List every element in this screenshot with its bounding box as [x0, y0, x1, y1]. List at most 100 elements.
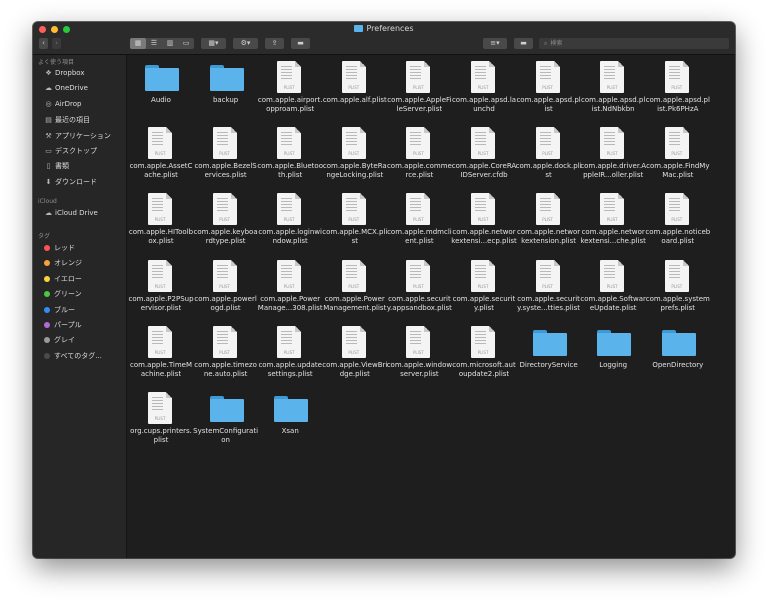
sidebar-item-tag[interactable]: すべてのタグ... — [44, 351, 102, 361]
window-title-area: Preferences — [33, 23, 735, 35]
file-item[interactable]: PLIST com.apple.networkextensi...che.plis… — [580, 190, 646, 256]
new-folder-button[interactable]: ▬ — [514, 38, 533, 49]
document-icon: ▯ — [46, 162, 51, 171]
sidebar-item-tag[interactable]: グレイ — [44, 335, 75, 345]
gallery-view-button[interactable]: ▭ — [178, 38, 194, 49]
sidebar-item-tag[interactable]: グリーン — [44, 289, 82, 299]
file-item[interactable]: PLIST com.apple.mdmclient.plist — [386, 190, 452, 256]
download-icon: ⬇ — [45, 177, 52, 186]
sidebar-item-favorite[interactable]: ❖ Dropbox — [44, 69, 84, 77]
sidebar-item-label: グレイ — [54, 336, 75, 345]
file-item[interactable]: PLIST com.apple.AppleFileServer.plist — [386, 58, 452, 124]
plist-file-icon: PLIST — [664, 259, 689, 292]
folder-item[interactable]: Logging — [580, 323, 646, 389]
file-name-label: com.apple.commerce.plist — [386, 162, 452, 180]
file-item[interactable]: PLIST com.apple.PowerManage...308.plist — [257, 257, 323, 323]
file-item[interactable]: PLIST org.cups.printers.plist — [128, 389, 194, 455]
file-item[interactable]: PLIST com.apple.PowerManagement.plist — [322, 257, 388, 323]
sidebar-item-favorite[interactable]: ▯ 書類 — [44, 161, 69, 171]
file-item[interactable]: PLIST com.apple.networkextension.plist — [516, 190, 582, 256]
title-bar: Preferences ‹ › ▦ ☰ ▥ ▭ ▦▾ ⚙▾ ⇪ ▬ ≡▾ ▬ ⌕… — [33, 22, 735, 55]
file-item[interactable]: PLIST com.apple.keyboardtype.plist — [193, 190, 259, 256]
file-item[interactable]: PLIST com.apple.apsd.launchd — [451, 58, 517, 124]
group-button[interactable]: ▦▾ — [201, 38, 226, 49]
file-item[interactable]: PLIST com.apple.systemprefs.plist — [645, 257, 711, 323]
sidebar-item-tag[interactable]: ブルー — [44, 305, 75, 315]
sidebar-item-label: AirDrop — [55, 99, 82, 108]
share-button[interactable]: ⇪ — [265, 38, 284, 49]
sidebar-item-tag[interactable]: レッド — [44, 243, 75, 253]
sidebar-item-favorite[interactable]: ▤ 最近の項目 — [44, 115, 90, 125]
sidebar-item-label: ブルー — [54, 305, 75, 314]
file-item[interactable]: PLIST com.apple.airport.opproam.plist — [257, 58, 323, 124]
file-item[interactable]: PLIST com.apple.networkextensi...ecp.plis… — [451, 190, 517, 256]
file-item[interactable]: PLIST com.apple.FindMyMac.plist — [645, 124, 711, 190]
file-item[interactable]: PLIST com.apple.MCX.plist — [322, 190, 388, 256]
folder-item[interactable]: backup — [193, 58, 259, 124]
sidebar-item-favorite[interactable]: ◎ AirDrop — [44, 100, 81, 108]
sidebar-item-icloud-drive[interactable]: ☁ iCloud Drive — [44, 209, 98, 217]
edit-tags-button[interactable]: ▬ — [291, 38, 310, 49]
icon-view-button[interactable]: ▦ — [130, 38, 146, 49]
tag-icon: ▬ — [297, 39, 304, 47]
file-item[interactable]: PLIST com.microsoft.autoupdate2.plist — [451, 323, 517, 389]
file-item[interactable]: PLIST com.apple.noticeboard.plist — [645, 190, 711, 256]
file-item[interactable]: PLIST com.apple.security.appsandbox.plist — [386, 257, 452, 323]
file-item[interactable]: PLIST com.apple.TimeMachine.plist — [128, 323, 194, 389]
forward-button[interactable]: › — [52, 38, 61, 49]
sidebar-section-icloud: iCloud — [38, 198, 57, 205]
file-item[interactable]: PLIST com.apple.ViewBridge.plist — [322, 323, 388, 389]
file-item[interactable]: PLIST com.apple.security.plist — [451, 257, 517, 323]
folder-item[interactable]: DirectoryService — [516, 323, 582, 389]
search-field[interactable]: ⌕ 検索 — [539, 38, 729, 49]
file-item[interactable]: PLIST com.apple.BezelServices.plist — [193, 124, 259, 190]
file-name-label: com.apple.CoreRAIDServer.cfdb — [451, 162, 517, 180]
file-item[interactable]: PLIST com.apple.CoreRAIDServer.cfdb — [451, 124, 517, 190]
file-item[interactable]: PLIST com.apple.powerlogd.plist — [193, 257, 259, 323]
list-icon: ☰ — [150, 39, 158, 47]
back-button[interactable]: ‹ — [39, 38, 48, 49]
file-item[interactable]: PLIST com.apple.loginwindow.plist — [257, 190, 323, 256]
file-item[interactable]: PLIST com.apple.Bluetooth.plist — [257, 124, 323, 190]
list-view-button[interactable]: ☰ — [146, 38, 162, 49]
file-item[interactable]: PLIST com.apple.AssetCache.plist — [128, 124, 194, 190]
file-item[interactable]: PLIST com.apple.commerce.plist — [386, 124, 452, 190]
file-item[interactable]: PLIST com.apple.P2PSupervisor.plist — [128, 257, 194, 323]
folder-item[interactable]: Audio — [128, 58, 194, 124]
sidebar-item-favorite[interactable]: ☁ OneDrive — [44, 84, 88, 92]
folder-item[interactable]: Xsan — [257, 389, 323, 455]
file-item[interactable]: PLIST com.apple.timezone.auto.plist — [193, 323, 259, 389]
file-item[interactable]: PLIST com.apple.HIToolbox.plist — [128, 190, 194, 256]
file-item[interactable]: PLIST com.apple.apsd.plist.NdNbkbn — [580, 58, 646, 124]
sidebar-item-favorite[interactable]: ⬇ ダウンロード — [44, 177, 97, 187]
file-item[interactable]: PLIST com.apple.updatesettings.plist — [257, 323, 323, 389]
plist-file-icon: PLIST — [341, 127, 366, 160]
action-button[interactable]: ⚙▾ — [233, 38, 258, 49]
file-item[interactable]: PLIST com.apple.driver.AppleIR...oller.pl… — [580, 124, 646, 190]
file-item[interactable]: PLIST com.apple.security.syste...tties.pl… — [516, 257, 582, 323]
file-item[interactable]: PLIST com.apple.apsd.plist.Pk6PHzA — [645, 58, 711, 124]
file-name-label: com.apple.apsd.launchd — [451, 96, 517, 113]
folder-item[interactable]: SystemConfiguration — [193, 389, 259, 455]
sidebar-item-favorite[interactable]: ▭ デスクトップ — [44, 146, 97, 156]
sidebar-item-favorite[interactable]: ⚒ アプリケーション — [44, 131, 111, 141]
file-item[interactable]: PLIST com.apple.apsd.plist — [516, 58, 582, 124]
arrange-button[interactable]: ≡▾ — [483, 38, 507, 49]
column-view-button[interactable]: ▥ — [162, 38, 178, 49]
plist-file-icon: PLIST — [212, 259, 237, 292]
file-item[interactable]: PLIST com.apple.ByteRangeLocking.plist — [322, 124, 388, 190]
file-name-label: Logging — [599, 360, 628, 369]
file-item[interactable]: PLIST com.apple.dock.plist — [516, 124, 582, 190]
file-item[interactable]: PLIST com.apple.SoftwareUpdate.plist — [580, 257, 646, 323]
plist-file-icon: PLIST — [148, 127, 172, 160]
folder-icon — [661, 329, 696, 356]
file-item[interactable]: PLIST com.apple.alf.plist — [322, 58, 388, 124]
plist-file-icon: PLIST — [535, 193, 560, 226]
file-name-label: com.apple.SoftwareUpdate.plist — [580, 294, 646, 312]
folder-item[interactable]: OpenDirectory — [645, 323, 711, 389]
sidebar-item-tag[interactable]: イエロー — [44, 274, 82, 284]
file-item[interactable]: PLIST com.apple.windowserver.plist — [386, 323, 452, 389]
sidebar-item-tag[interactable]: オレンジ — [44, 258, 82, 268]
sidebar-item-tag[interactable]: パープル — [44, 320, 82, 330]
dropbox-icon: ❖ — [45, 69, 52, 77]
